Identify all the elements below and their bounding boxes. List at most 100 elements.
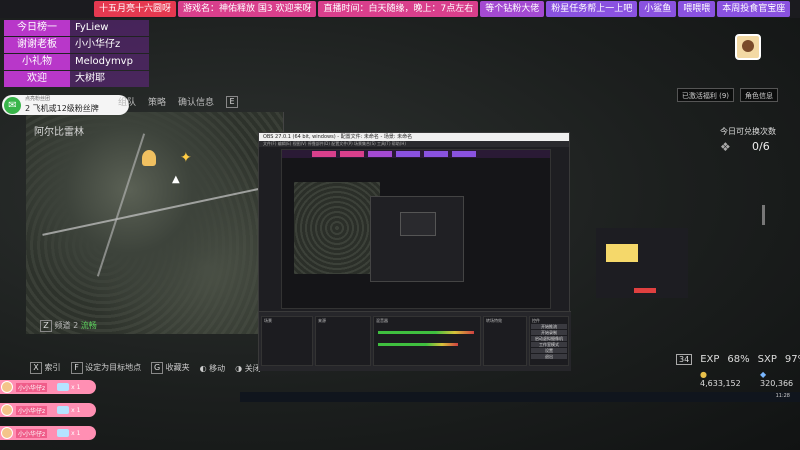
player-level: 34 — [676, 354, 693, 365]
settings-button[interactable]: 设置 — [531, 348, 567, 353]
key-g: G — [151, 362, 164, 374]
badge-subtitle: 点亮粉丝团 — [25, 96, 51, 102]
mini-ticker-item — [340, 151, 364, 157]
active-benefits-button[interactable]: 已激活福利 (9) — [676, 88, 734, 102]
mini-ticker-item — [452, 151, 476, 157]
coin-value: 4,633,152 — [700, 379, 741, 388]
badge-text: 2 飞机或12级粉丝牌 — [25, 103, 99, 113]
windows-taskbar[interactable]: 11:28 — [240, 392, 800, 402]
info-value: 大树耶 — [70, 71, 149, 87]
promo-card — [596, 228, 688, 298]
player-stats: 34 EXP 68% SXP 97% — [676, 354, 800, 365]
mini-ticker-item — [424, 151, 448, 157]
dock-title: 转场特效 — [486, 318, 502, 323]
start-streaming-button[interactable]: 开始推流 — [531, 324, 567, 329]
gift-notification: 小小华仔z x 1 — [0, 403, 96, 417]
promo-button[interactable] — [634, 288, 656, 293]
legend-label: 移动 — [209, 363, 226, 373]
character-info-button[interactable]: 角色信息 — [740, 88, 778, 102]
tab-strategy[interactable]: 策略 — [148, 95, 166, 108]
obs-docks: 场景 来源 混音器 转场特效 控件 开始推流 开始录制 启动虚拟摄像机 工作室模… — [259, 311, 571, 371]
info-row: 欢迎 大树耶 — [4, 71, 149, 87]
key-f: F — [70, 362, 83, 374]
gem-amount: ◆ 320,366 — [760, 370, 800, 388]
obs-transitions-dock[interactable]: 转场特效 — [483, 316, 527, 366]
quest-marker-icon[interactable]: ✦ — [180, 150, 192, 166]
gifter-avatar — [1, 404, 13, 416]
virtual-camera-button[interactable]: 启动虚拟摄像机 — [531, 336, 567, 341]
tab-team[interactable]: 组队 — [118, 95, 136, 108]
dock-title: 来源 — [318, 318, 326, 323]
mini-ticker-item — [396, 151, 420, 157]
mouse-icon: ◑ — [235, 363, 243, 373]
dock-title: 场景 — [264, 318, 272, 323]
ticker-item: 喂喂喂 — [678, 1, 716, 17]
gift-count: x 1 — [71, 406, 81, 414]
gift-icon — [57, 429, 70, 437]
info-value: 小小华仔z — [70, 37, 149, 53]
dock-title: 混音器 — [376, 318, 388, 323]
obs-preview-ticker — [282, 150, 550, 158]
info-row: 今日榜一 FyLiew — [4, 20, 149, 36]
info-key: 小礼物 — [4, 54, 70, 70]
stream-ticker: 十五月亮十六圆呀 游戏名：神佑释放 国3 欢迎来呀 直播时间：白天随缘，晚上：7… — [0, 0, 800, 18]
sxp-value: 97% — [784, 354, 800, 365]
obs-menu-bar[interactable]: 文件(F) 编辑(E) 视图(V) 停靠部件(D) 配置文件(P) 场景集合(S… — [259, 141, 569, 147]
legend-move[interactable]: ◐ 移动 — [200, 363, 226, 374]
fan-badge-pill[interactable]: ✉ 点亮粉丝团 2 飞机或12级粉丝牌 — [2, 95, 129, 115]
legend-label: 设定为目标地点 — [85, 363, 142, 372]
ticker-item: 十五月亮十六圆呀 — [94, 1, 177, 17]
player-marker-icon[interactable] — [142, 150, 156, 166]
gifter-name: 小小华仔z — [16, 382, 48, 392]
legend-favorites[interactable]: G 收藏夹 — [151, 362, 190, 374]
studio-mode-button[interactable]: 工作室模式 — [531, 342, 567, 347]
obs-sources-dock[interactable]: 来源 — [315, 316, 371, 366]
info-value: FyLiew — [70, 20, 149, 36]
gift-count: x 1 — [71, 383, 81, 391]
gift-count: x 1 — [71, 429, 81, 437]
zoom-slider[interactable] — [762, 205, 765, 225]
gem-value: 320,366 — [760, 379, 794, 388]
redeem-icon: ❖ — [720, 140, 731, 154]
waypoint-marker-icon[interactable]: ▲ — [172, 174, 180, 185]
world-map[interactable] — [26, 112, 284, 334]
obs-title-bar: OBS 27.0.1 (64 bit, windows) - 配置文件: 未命名… — [259, 133, 569, 141]
tab-confirm-info[interactable]: 确认信息 — [178, 95, 214, 108]
obs-scenes-dock[interactable]: 场景 — [261, 316, 313, 366]
legend-set-target[interactable]: F 设定为目标地点 — [70, 362, 142, 374]
mouse-icon: ◐ — [199, 363, 207, 373]
gift-notification: 小小华仔z x 1 — [0, 380, 96, 394]
game-tabs: 组队 策略 确认信息 E — [118, 95, 239, 108]
game-top-buttons: 已激活福利 (9) 角色信息 — [676, 88, 778, 102]
legend-index[interactable]: X 索引 — [30, 362, 61, 374]
info-key: 今日榜一 — [4, 20, 70, 36]
obs-preview-nested-window — [370, 196, 464, 282]
info-key: 欢迎 — [4, 71, 70, 87]
redeem-title: 今日可兑换次数 — [720, 127, 776, 136]
obs-preview-nested-window — [400, 212, 436, 236]
taskbar-clock: 11:28 — [775, 393, 790, 399]
obs-window[interactable]: OBS 27.0.1 (64 bit, windows) - 配置文件: 未命名… — [258, 132, 571, 371]
info-value: Melodymvp — [70, 54, 149, 70]
tab-key-hint: E — [226, 95, 239, 108]
obs-preview[interactable] — [281, 149, 551, 309]
gift-icon — [57, 406, 70, 414]
map-region-title: 阿尔比雷林 — [34, 127, 84, 138]
map-controls-legend: X 索引 F 设定为目标地点 G 收藏夹 ◐ 移动 ◑ 关闭 — [30, 362, 261, 374]
currency-display: ● 4,633,152 ◆ 320,366 — [700, 370, 800, 388]
ticker-item: 游戏名：神佑释放 国3 欢迎来呀 — [178, 1, 317, 17]
exit-button[interactable]: 退出 — [531, 354, 567, 359]
legend-close[interactable]: ◑ 关闭 — [235, 363, 261, 374]
start-recording-button[interactable]: 开始录制 — [531, 330, 567, 335]
ticker-item: 等个钻粉大佬 — [480, 1, 545, 17]
coin-amount: ● 4,633,152 — [700, 370, 748, 388]
obs-mixer-dock[interactable]: 混音器 — [373, 316, 481, 366]
gifter-name: 小小华仔z — [16, 428, 48, 438]
gifter-avatar — [1, 381, 13, 393]
legend-label: 收藏夹 — [165, 363, 190, 372]
gift-icon — [57, 383, 70, 391]
sxp-label: SXP — [757, 354, 777, 365]
channel-label: 频道 2 — [54, 321, 79, 330]
channel-indicator: Z 频道 2 流畅 — [40, 320, 97, 332]
coin-icon: ● — [700, 370, 707, 379]
